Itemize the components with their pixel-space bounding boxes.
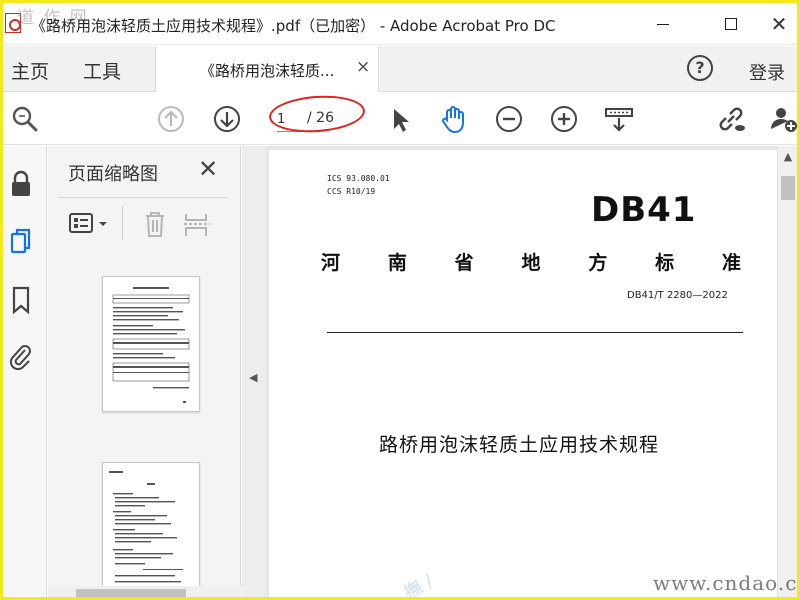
heading-char: 方 [588,252,608,274]
minimize-button[interactable] [643,7,683,41]
heading-char: 河 [321,252,341,274]
title-bar: 道 作 网 《路桥用泡沫轻质土应用技术规程》.pdf（已加密） - Adobe … [3,3,797,45]
thumbnail-page-17-preview [112,287,190,403]
pane-toolbar [48,202,241,246]
prev-page-icon[interactable] [155,103,187,135]
document-tab[interactable]: 《路桥用泡沫轻质... × [155,46,379,92]
close-window-button[interactable]: ✕ [759,7,797,41]
horizontal-scrollbar-thumb[interactable] [76,589,186,597]
trash-icon[interactable] [142,210,168,238]
document-title: 路桥用泡沫轻质土应用技术规程 [379,434,660,456]
page-display-icon[interactable] [603,103,635,135]
main-toolbar: / 26 [3,93,797,145]
menu-home[interactable]: 主页 [11,57,49,84]
help-icon[interactable]: ? [687,55,713,81]
select-cursor-icon[interactable] [385,103,417,135]
pane-collapse-handle[interactable]: ◀ [242,146,266,597]
bookmark-icon[interactable] [9,286,33,315]
hand-tool-icon[interactable] [437,103,469,135]
window-title: 《路桥用泡沫轻质土应用技术规程》.pdf（已加密） - Adobe Acroba… [31,17,556,35]
pane-divider [58,197,228,198]
pane-title: 页面缩略图 [68,164,158,185]
header-rule [327,332,743,333]
ccs-code: CCS R10/19 [327,187,376,196]
zoom-in-icon[interactable] [548,103,580,135]
thumbnail-options-icon[interactable] [68,212,114,236]
document-viewport: ICS 93.080.01 CCS R10/19 DB41 河 南 省 地 方 … [266,146,777,597]
menu-tab-bar: 主页 工具 《路桥用泡沫轻质... × ? 登录 [3,46,797,92]
tab-close-button[interactable]: × [356,57,370,77]
pages-icon[interactable] [9,228,33,256]
heading-char: 地 [521,252,541,274]
app-window: 道 作 网 《路桥用泡沫轻质土应用技术规程》.pdf（已加密） - Adobe … [0,0,800,600]
login-link[interactable]: 登录 [749,59,785,85]
heading-char: 省 [454,252,474,274]
thumbnail-list: 17 [48,256,218,586]
heading-char: 标 [655,252,675,274]
maximize-icon [725,18,737,30]
doc-scrollbar-thumb[interactable] [781,176,795,200]
watermark-bottom-right: www.cndao.com [653,571,798,595]
search-icon[interactable] [9,103,41,135]
toolbar-separator [122,206,123,240]
standard-number: DB41/T 2280—2022 [627,290,728,301]
add-user-icon[interactable] [767,103,797,135]
thumbnail-page-17[interactable] [102,276,200,412]
share-link-icon[interactable] [715,103,747,135]
zoom-out-icon[interactable] [493,103,525,135]
next-page-icon[interactable] [211,103,243,135]
document-tab-label: 《路桥用泡沫轻质... [200,62,335,80]
close-icon: ✕ [770,12,788,36]
thumbnail-page-18-preview [109,471,183,583]
pane-close-button[interactable]: ✕ [198,155,218,183]
chevron-left-icon: ◀ [249,371,258,384]
ics-code: ICS 93.080.01 [327,174,390,183]
document-scrollbar[interactable]: ▲ [777,146,797,597]
pdf-page: ICS 93.080.01 CCS R10/19 DB41 河 南 省 地 方 … [269,150,777,597]
left-rail [3,146,47,597]
thumbnail-page-18[interactable] [102,462,200,586]
lock-icon[interactable] [9,170,33,198]
doc-scroll-up-arrow[interactable]: ▲ [778,150,797,163]
minimize-icon [657,23,669,25]
standard-code: DB41 [591,190,697,230]
heading-char: 南 [387,252,407,274]
heading-char: 准 [721,252,741,274]
province-standard-heading: 河 南 省 地 方 标 准 [321,248,741,275]
thumbnail-horizontal-scrollbar[interactable] [48,586,261,597]
menu-tools[interactable]: 工具 [83,57,121,84]
attachment-icon[interactable] [9,342,33,371]
thumbnail-pane: 页面缩略图 ✕ [48,146,281,597]
extract-pages-icon[interactable] [182,210,212,238]
maximize-button[interactable] [711,7,751,41]
